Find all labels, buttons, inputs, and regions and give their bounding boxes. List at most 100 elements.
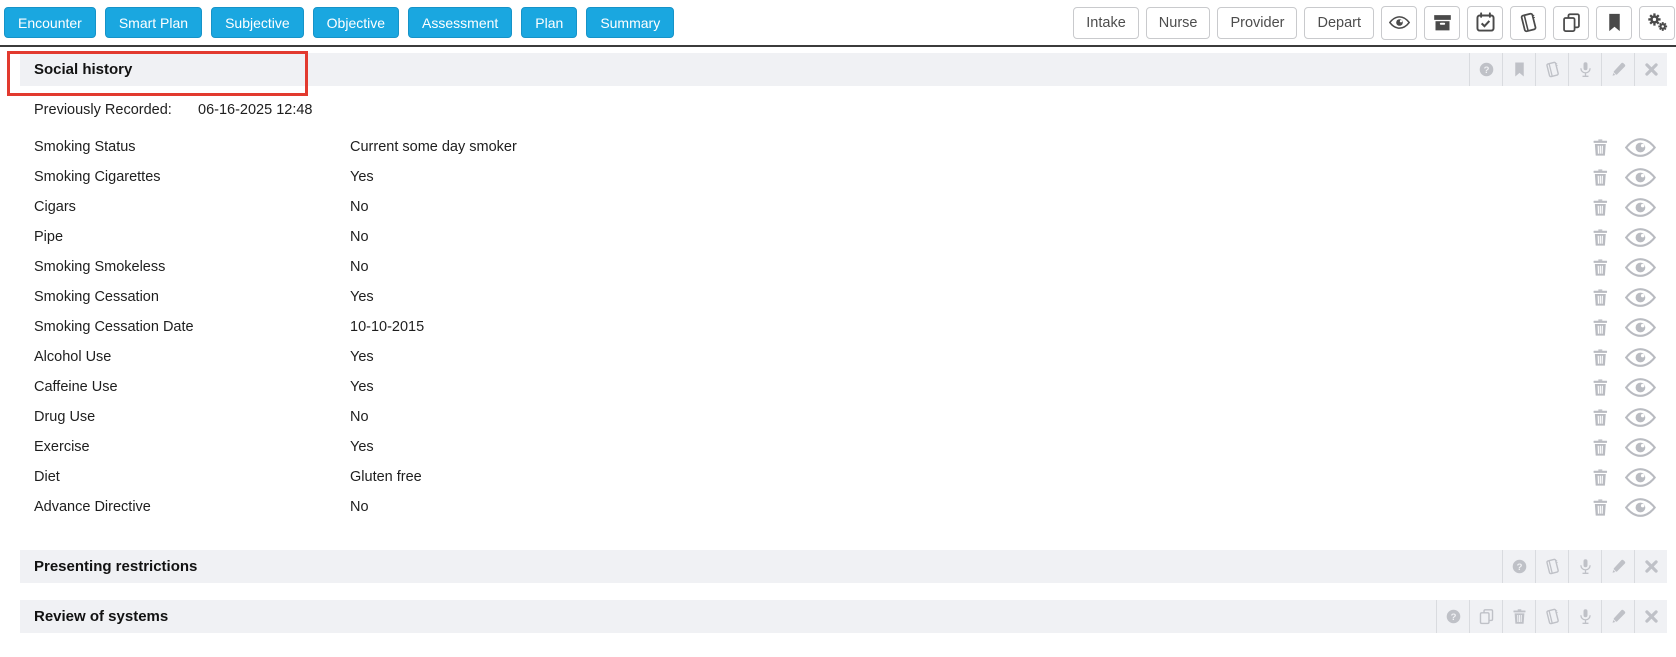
book-icon <box>1544 558 1561 575</box>
trash-icon[interactable] <box>1592 228 1609 247</box>
archive-icon <box>1432 12 1453 33</box>
nav-button-plan[interactable]: Plan <box>521 7 578 38</box>
nav-button-assessment[interactable]: Assessment <box>408 7 513 38</box>
trash-icon[interactable] <box>1592 348 1609 367</box>
close-icon-button[interactable] <box>1634 53 1667 86</box>
microphone-icon <box>1577 558 1594 575</box>
svg-text:?: ? <box>1450 612 1456 623</box>
previously-recorded-value: 06-16-2025 12:48 <box>198 102 313 118</box>
close-icon-button[interactable] <box>1634 600 1667 633</box>
book-button[interactable] <box>1510 5 1546 40</box>
row-value: No <box>350 259 369 275</box>
trash-icon[interactable] <box>1592 258 1609 277</box>
copy-button[interactable] <box>1553 5 1589 40</box>
microphone-icon-button[interactable] <box>1568 600 1601 633</box>
social-history-row-smoking-cigarettes: Smoking Cigarettes Yes <box>0 162 1676 192</box>
eye-button[interactable] <box>1381 5 1417 40</box>
row-label: Advance Directive <box>34 499 151 515</box>
stage-button-depart[interactable]: Depart <box>1304 6 1374 39</box>
pencil-icon-button[interactable] <box>1601 53 1634 86</box>
eye-icon[interactable] <box>1625 167 1656 187</box>
row-label: Drug Use <box>34 409 96 425</box>
nav-button-smart-plan[interactable]: Smart Plan <box>104 7 203 38</box>
trash-icon-button[interactable] <box>1502 600 1535 633</box>
pencil-icon <box>1610 61 1627 78</box>
eye-icon[interactable] <box>1625 287 1656 307</box>
microphone-icon <box>1577 608 1594 625</box>
eye-icon[interactable] <box>1625 407 1656 427</box>
review-of-systems-title: Review of systems <box>34 608 169 625</box>
archive-button[interactable] <box>1424 5 1460 40</box>
eye-icon[interactable] <box>1625 137 1656 157</box>
bookmark-icon-button[interactable] <box>1502 53 1535 86</box>
trash-icon[interactable] <box>1592 168 1609 187</box>
social-history-row-smoking-status: Smoking Status Current some day smoker <box>0 132 1676 162</box>
copy-icon <box>1561 12 1582 33</box>
calendar-check-button[interactable] <box>1467 5 1503 40</box>
pencil-icon-button[interactable] <box>1601 600 1634 633</box>
pencil-icon-button[interactable] <box>1601 550 1634 583</box>
row-label: Smoking Smokeless <box>34 259 166 275</box>
trash-icon[interactable] <box>1592 468 1609 487</box>
row-value: 10-10-2015 <box>350 319 425 335</box>
social-history-row-smoking-smokeless: Smoking Smokeless No <box>0 252 1676 282</box>
eye-icon[interactable] <box>1625 347 1656 367</box>
svg-text:?: ? <box>1516 562 1522 573</box>
bookmark-button[interactable] <box>1596 5 1632 40</box>
trash-icon[interactable] <box>1592 438 1609 457</box>
eye-icon[interactable] <box>1625 197 1656 217</box>
close-icon <box>1643 608 1660 625</box>
gears-button[interactable] <box>1639 5 1675 40</box>
nav-button-summary[interactable]: Summary <box>586 7 675 38</box>
help-icon: ? <box>1478 61 1495 78</box>
svg-text:?: ? <box>1483 65 1489 76</box>
row-value: Yes <box>350 289 374 305</box>
trash-icon[interactable] <box>1592 498 1609 517</box>
row-actions <box>1592 197 1656 217</box>
row-label: Cigars <box>34 199 76 215</box>
copy-icon-button[interactable] <box>1469 600 1502 633</box>
row-actions <box>1592 437 1656 457</box>
close-icon-button[interactable] <box>1634 550 1667 583</box>
row-actions <box>1592 317 1656 337</box>
row-value: Yes <box>350 349 374 365</box>
book-icon-button[interactable] <box>1535 53 1568 86</box>
trash-icon[interactable] <box>1592 138 1609 157</box>
eye-icon[interactable] <box>1625 467 1656 487</box>
trash-icon[interactable] <box>1592 378 1609 397</box>
stage-button-intake[interactable]: Intake <box>1073 6 1139 39</box>
social-history-row-smoking-cessation: Smoking Cessation Yes <box>0 282 1676 312</box>
trash-icon[interactable] <box>1592 288 1609 307</box>
top-toolbar: Encounter Smart Plan Subjective Objective As… <box>0 0 1676 47</box>
row-actions <box>1592 347 1656 367</box>
eye-icon[interactable] <box>1625 257 1656 277</box>
eye-icon[interactable] <box>1625 227 1656 247</box>
trash-icon[interactable] <box>1592 408 1609 427</box>
trash-icon[interactable] <box>1592 318 1609 337</box>
help-icon-button[interactable]: ? <box>1436 600 1469 633</box>
eye-icon[interactable] <box>1625 317 1656 337</box>
close-icon <box>1643 61 1660 78</box>
stage-button-provider[interactable]: Provider <box>1217 6 1298 39</box>
microphone-icon-button[interactable] <box>1568 550 1601 583</box>
social-history-row-smoking-cessation-date: Smoking Cessation Date 10-10-2015 <box>0 312 1676 342</box>
help-icon-button[interactable]: ? <box>1502 550 1535 583</box>
book-icon-button[interactable] <box>1535 550 1568 583</box>
trash-icon[interactable] <box>1592 198 1609 217</box>
row-value: No <box>350 409 369 425</box>
eye-icon[interactable] <box>1625 377 1656 397</box>
row-label: Smoking Cessation <box>34 289 159 305</box>
row-actions <box>1592 407 1656 427</box>
nav-button-encounter[interactable]: Encounter <box>4 7 96 38</box>
eye-icon[interactable] <box>1625 437 1656 457</box>
stage-button-nurse[interactable]: Nurse <box>1145 6 1211 39</box>
eye-icon[interactable] <box>1625 497 1656 517</box>
social-history-rows: Smoking Status Current some day smoker Smo… <box>0 132 1676 522</box>
nav-button-subjective[interactable]: Subjective <box>211 7 304 38</box>
trash-icon <box>1511 608 1528 625</box>
book-icon-button[interactable] <box>1535 600 1568 633</box>
microphone-icon-button[interactable] <box>1568 53 1601 86</box>
help-icon-button[interactable]: ? <box>1469 53 1502 86</box>
nav-button-objective[interactable]: Objective <box>312 7 400 38</box>
help-icon: ? <box>1511 558 1528 575</box>
